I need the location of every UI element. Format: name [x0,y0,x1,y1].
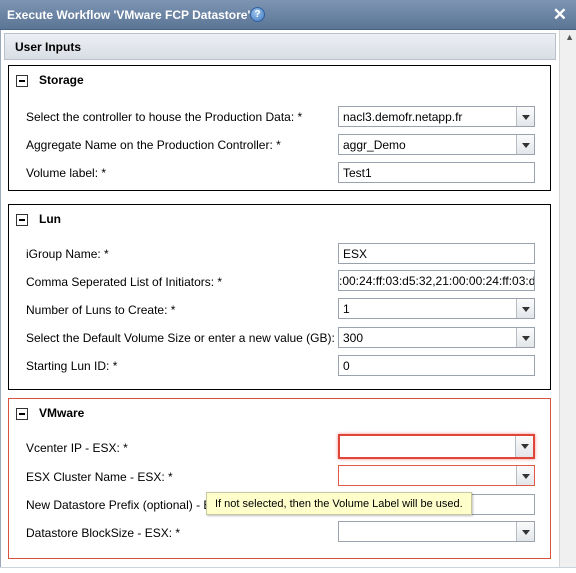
chevron-down-icon[interactable] [516,328,534,347]
vcenter-label: Vcenter IP - ESX: * [26,441,128,455]
collapse-vmware-icon[interactable] [16,408,28,420]
igroup-label: iGroup Name: * [26,247,109,261]
controller-select-value: nacl3.demofr.netapp.fr [343,110,463,124]
storage-section: Storage Select the controller to house t… [8,65,551,191]
prefix-label: New Datastore Prefix (optional) - ESX: [26,498,231,512]
vcenter-select[interactable] [338,434,535,459]
chevron-down-icon[interactable] [516,522,534,541]
tooltip: If not selected, then the Volume Label w… [206,492,472,515]
blocksize-select[interactable] [338,521,535,542]
num-luns-label: Number of Luns to Create: * [26,303,176,317]
scroll-up-arrow-icon[interactable]: ▲ [565,32,574,42]
igroup-input[interactable]: ESX [338,243,535,264]
blocksize-label: Datastore BlockSize - ESX: * [26,526,181,540]
num-luns-value: 1 [343,302,350,316]
collapse-storage-icon[interactable] [16,75,28,87]
lun-section-title: Lun [39,212,61,226]
controller-label: Select the controller to house the Produ… [26,110,303,124]
vertical-scrollbar[interactable]: ▲ [559,30,576,573]
chevron-down-icon[interactable] [515,436,533,457]
volume-label-value: Test1 [343,166,372,180]
aggregate-label: Aggregate Name on the Production Control… [26,138,281,152]
volume-size-value: 300 [343,331,364,345]
start-lun-label: Starting Lun ID: * [26,359,118,373]
help-icon[interactable]: ? [250,7,265,22]
close-icon[interactable]: ✕ [553,5,567,25]
volume-size-label: Select the Default Volume Size or enter … [26,331,343,345]
volume-label-input[interactable]: Test1 [338,162,535,183]
start-lun-value: 0 [343,359,350,373]
collapse-lun-icon[interactable] [16,214,28,226]
controller-select[interactable]: nacl3.demofr.netapp.fr [338,106,535,127]
start-lun-input[interactable]: 0 [338,355,535,376]
chevron-down-icon[interactable] [516,135,534,154]
bottom-edge [0,567,576,573]
initiators-label: Comma Seperated List of Initiators: * [26,275,223,289]
user-inputs-header: User Inputs [4,33,556,60]
volume-size-select[interactable]: 300 [338,327,535,348]
chevron-down-icon[interactable] [516,107,534,126]
cluster-label: ESX Cluster Name - ESX: * [26,470,173,484]
chevron-down-icon[interactable] [516,299,534,318]
aggregate-select[interactable]: aggr_Demo [338,134,535,155]
vmware-section-title: VMware [39,406,85,420]
cluster-select[interactable] [338,465,535,486]
chevron-down-icon[interactable] [516,466,534,485]
initiators-value: :00:24:ff:03:d5:32,21:00:00:24:ff:03:d3 [339,274,535,288]
volume-label-label: Volume label: * [26,166,107,180]
window-title-bar: Execute Workflow 'VMware FCP Datastore' … [0,0,576,30]
lun-section: Lun iGroup Name: * ESX Comma Seperated L… [8,204,551,390]
window-title: Execute Workflow 'VMware FCP Datastore' [7,8,251,22]
storage-section-title: Storage [39,73,84,87]
igroup-value: ESX [343,247,368,261]
vmware-section: VMware Vcenter IP - ESX: * ESX Cluster N… [8,398,551,559]
num-luns-select[interactable]: 1 [338,298,535,319]
aggregate-select-value: aggr_Demo [343,138,406,152]
initiators-input[interactable]: :00:24:ff:03:d5:32,21:00:00:24:ff:03:d3 [338,270,535,291]
